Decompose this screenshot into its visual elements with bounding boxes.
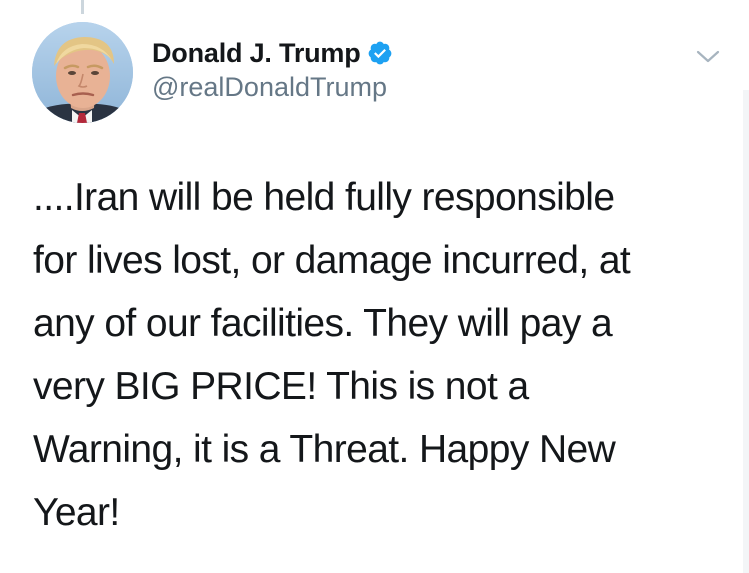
verified-badge-icon: [367, 40, 393, 66]
author-handle[interactable]: @realDonaldTrump: [152, 72, 387, 103]
author-display-name[interactable]: Donald J. Trump: [152, 38, 361, 69]
tweet-text-line: Year!: [33, 491, 120, 534]
scroll-edge: [743, 90, 749, 573]
tweet-text: ....Iran will be held fully responsible …: [33, 166, 733, 544]
thread-connector-line: [81, 0, 84, 14]
tweet-text-line: any of our facilities. They will pay a: [33, 302, 613, 345]
tweet-text-line: for lives lost, or damage incurred, at: [33, 239, 631, 282]
tweet-text-line: very BIG PRICE! This is not a: [33, 365, 529, 408]
chevron-down-icon: [696, 50, 720, 63]
tweet-menu-button[interactable]: [694, 46, 722, 68]
tweet-text-line: ....Iran will be held fully responsible: [33, 176, 615, 219]
tweet-text-line: Warning, it is a Threat. Happy New: [33, 428, 616, 471]
avatar[interactable]: [32, 22, 133, 123]
author-name-row: Donald J. Trump: [152, 36, 393, 70]
